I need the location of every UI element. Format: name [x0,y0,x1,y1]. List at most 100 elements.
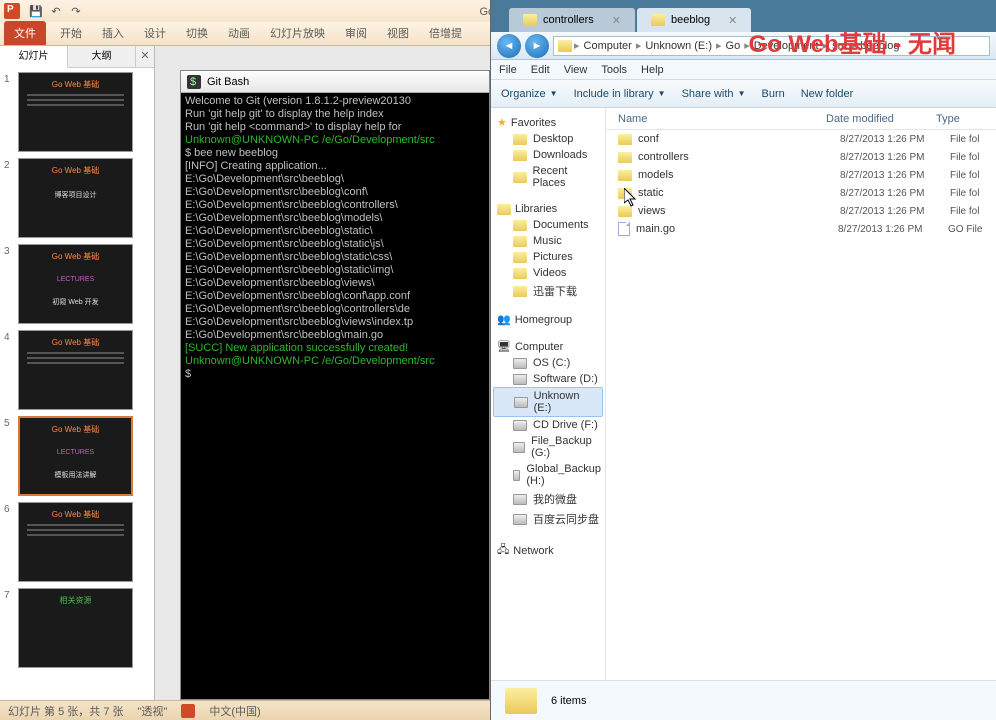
nav-item[interactable]: Videos [491,265,605,281]
slide-thumbnail[interactable]: Go Web 基础 LECTURES 模板用法讲解 [18,416,133,496]
file-row[interactable]: models 8/27/2013 1:26 PM File fol [606,166,996,184]
close-icon[interactable]: ✕ [136,46,154,67]
file-name: models [638,169,840,181]
nav-item[interactable]: CD Drive (F:) [491,417,605,433]
drive-icon [513,470,520,481]
terminal-line: $ bee new beeblog [185,147,485,160]
slide-thumbnail[interactable]: Go Web 基础 博客项目设计 [18,158,133,238]
ribbon-tab[interactable]: 插入 [92,21,134,45]
back-button[interactable]: ◄ [497,34,521,58]
col-name[interactable]: Name [606,113,826,125]
breadcrumb-segment[interactable]: Development [752,40,821,52]
folder-icon [618,152,632,163]
breadcrumb[interactable]: ▸Computer▸Unknown (E:)▸Go▸Development▸sr… [553,36,990,56]
menu-item[interactable]: Edit [531,64,550,76]
slide-thumbnail[interactable]: Go Web 基础 [18,330,133,410]
file-row[interactable]: main.go 8/27/2013 1:26 PM GO File [606,220,996,238]
menu-item[interactable]: Help [641,64,664,76]
nav-item[interactable]: Unknown (E:) [493,387,603,417]
menu-item[interactable]: Tools [601,64,627,76]
ribbon-tab[interactable]: 视图 [377,21,419,45]
terminal-line: E:\Go\Development\src\beeblog\views\inde… [185,316,485,329]
include-library-button[interactable]: Include in library▼ [574,88,666,100]
file-date: 8/27/2013 1:26 PM [840,206,950,217]
menu-item[interactable]: File [499,64,517,76]
nav-item[interactable]: 百度云同步盘 [491,509,605,529]
terminal-line: E:\Go\Development\src\beeblog\controller… [185,303,485,316]
breadcrumb-segment[interactable]: src [830,40,849,52]
breadcrumb-segment[interactable]: Unknown (E:) [643,40,714,52]
network-icon: 🖧 [497,541,509,560]
breadcrumb-segment[interactable]: Computer [582,40,634,52]
explorer-tab[interactable]: beeblog ✕ [637,8,751,32]
nav-group-head[interactable]: ★Favorites [491,114,605,131]
slide-thumbnail[interactable]: Go Web 基础 [18,502,133,582]
close-icon[interactable]: ✕ [612,14,621,27]
nav-item[interactable]: Recent Places [491,163,605,191]
terminal-line: E:\Go\Development\src\beeblog\conf\ [185,186,485,199]
nav-item[interactable]: Software (D:) [491,371,605,387]
undo-icon[interactable]: ↶ [48,3,64,19]
nav-item[interactable]: Desktop [491,131,605,147]
nav-item[interactable]: Downloads [491,147,605,163]
explorer-tab[interactable]: controllers ✕ [509,8,635,32]
nav-item[interactable]: Music [491,233,605,249]
menu-item[interactable]: View [564,64,588,76]
thumb-number: 3 [4,244,18,324]
nav-pane: ★FavoritesDesktopDownloadsRecent Places L… [491,108,606,680]
terminal-line: E:\Go\Development\src\beeblog\static\css… [185,251,485,264]
ribbon-tab[interactable]: 倍增提 [419,21,472,45]
file-row[interactable]: controllers 8/27/2013 1:26 PM File fol [606,148,996,166]
folder-icon [523,14,537,26]
organize-button[interactable]: Organize▼ [501,88,558,100]
ribbon-tab[interactable]: 开始 [50,21,92,45]
ribbon-tab[interactable]: 幻灯片放映 [260,21,335,45]
burn-button[interactable]: Burn [761,88,784,100]
ribbon-tab[interactable]: 设计 [134,21,176,45]
nav-group-head[interactable]: 🖥Computer [491,338,605,355]
nav-homegroup[interactable]: 👥Homegroup [491,311,605,328]
explorer-menu: File Edit View Tools Help [491,60,996,80]
close-icon[interactable]: ✕ [728,14,737,27]
nav-item[interactable]: File_Backup (G:) [491,433,605,461]
nav-item[interactable]: Global_Backup (H:) [491,461,605,489]
terminal-line: E:\Go\Development\src\beeblog\conf\app.c… [185,290,485,303]
terminal-output[interactable]: Welcome to Git (version 1.8.1.2-preview2… [181,93,489,383]
tab-outline[interactable]: 大纲 [68,46,136,67]
file-row[interactable]: conf 8/27/2013 1:26 PM File fol [606,130,996,148]
terminal-line: Unknown@UNKNOWN-PC /e/Go/Development/src [185,134,485,147]
tab-label: beeblog [671,14,710,26]
share-button[interactable]: Share with▼ [682,88,746,100]
tab-slides[interactable]: 幻灯片 [0,46,68,68]
nav-item[interactable]: Documents [491,217,605,233]
ribbon-tab[interactable]: 动画 [218,21,260,45]
file-row[interactable]: views 8/27/2013 1:26 PM File fol [606,202,996,220]
nav-item[interactable]: OS (C:) [491,355,605,371]
col-date[interactable]: Date modified [826,113,936,125]
file-row[interactable]: static 8/27/2013 1:26 PM File fol [606,184,996,202]
file-name: controllers [638,151,840,163]
breadcrumb-segment[interactable]: Go [724,40,743,52]
new-folder-button[interactable]: New folder [801,88,854,100]
redo-icon[interactable]: ↷ [68,3,84,19]
nav-network[interactable]: 🖧Network [491,539,605,562]
svg-text:$: $ [190,77,196,87]
save-icon[interactable]: 💾 [28,3,44,19]
nav-group-head[interactable]: Libraries [491,201,605,217]
column-headers[interactable]: Name Date modified Type [606,108,996,130]
slide-thumbnail[interactable]: 相关资源 [18,588,133,668]
gitbash-titlebar[interactable]: $ Git Bash [181,71,489,93]
nav-item[interactable]: 我的微盘 [491,489,605,509]
slide-thumbnail[interactable]: Go Web 基础 LECTURES 初窥 Web 开发 [18,244,133,324]
ribbon-file[interactable]: 文件 [4,21,46,45]
forward-button[interactable]: ► [525,34,549,58]
nav-item[interactable]: Pictures [491,249,605,265]
nav-item[interactable]: 迅雷下载 [491,281,605,301]
ribbon-tab[interactable]: 切换 [176,21,218,45]
col-type[interactable]: Type [936,113,996,125]
slide-thumbnail[interactable]: Go Web 基础 [18,72,133,152]
drive-icon [513,150,527,161]
breadcrumb-segment[interactable]: beeblog [858,40,901,52]
drive-icon [513,358,527,369]
ribbon-tab[interactable]: 审阅 [335,21,377,45]
